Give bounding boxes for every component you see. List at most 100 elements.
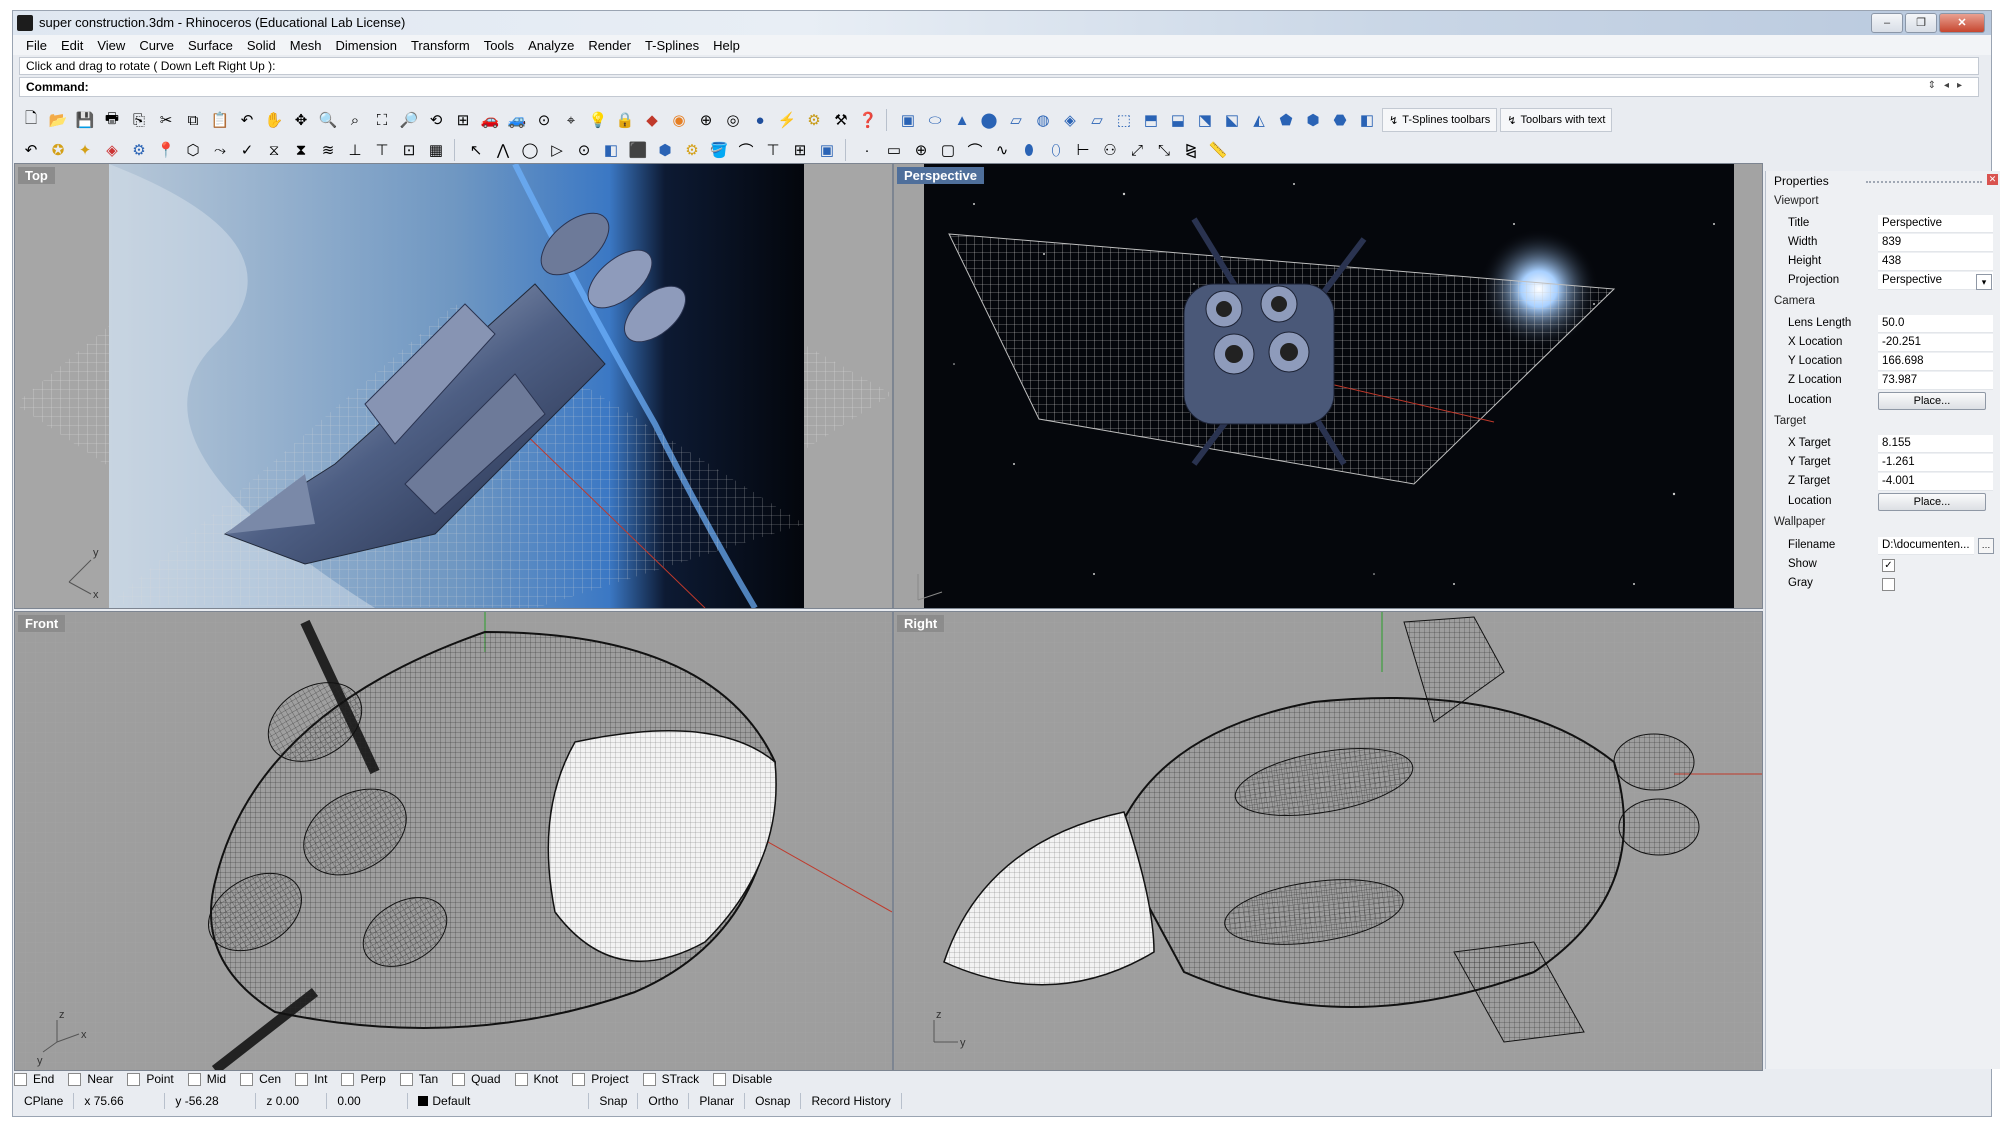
- viewport-perspective[interactable]: Perspective: [893, 163, 1763, 609]
- pan-icon[interactable]: ✋: [262, 109, 286, 131]
- tspline-vertex-icon[interactable]: ⬔: [1193, 109, 1217, 131]
- gumball-icon[interactable]: ✪: [46, 139, 70, 161]
- prop-title-field[interactable]: Perspective: [1878, 215, 1993, 233]
- tspline-box-icon[interactable]: ▣: [896, 109, 920, 131]
- menu-tools[interactable]: Tools: [477, 35, 521, 55]
- viewport-front[interactable]: Front z x y: [14, 611, 893, 1071]
- osnap-cen[interactable]: Cen: [240, 1072, 281, 1086]
- status-osnap[interactable]: Osnap: [745, 1093, 802, 1109]
- manipulator-icon[interactable]: ✦: [73, 139, 97, 161]
- viewport-right[interactable]: Right z y: [893, 611, 1763, 1071]
- bucket-icon[interactable]: 🪣: [707, 139, 731, 161]
- solid-box-icon[interactable]: ⬛: [626, 139, 650, 161]
- tspline-pipe-icon[interactable]: ⏥: [1085, 109, 1109, 131]
- osnap-tan[interactable]: Tan: [399, 1072, 438, 1086]
- ghosted-sphere-icon[interactable]: ◎: [721, 109, 745, 131]
- options-icon[interactable]: ⚒: [829, 109, 853, 131]
- prop-yloc-field[interactable]: 166.698: [1878, 353, 1993, 371]
- status-ortho[interactable]: Ortho: [638, 1093, 690, 1109]
- toolbars-with-text-button[interactable]: ↯ Toolbars with text: [1500, 108, 1613, 132]
- viewport-label-perspective[interactable]: Perspective: [897, 167, 984, 184]
- polyline-icon[interactable]: ⋀: [491, 139, 515, 161]
- curve-tool-icon[interactable]: ⌒: [734, 139, 758, 161]
- prop-ztarget-field[interactable]: -4.001: [1878, 473, 1993, 491]
- nodes-icon[interactable]: ⚇: [1098, 139, 1122, 161]
- move-icon[interactable]: ⤢: [1125, 139, 1149, 161]
- viewport-label-front[interactable]: Front: [18, 615, 66, 632]
- viewport-label-top[interactable]: Top: [18, 167, 55, 184]
- save-icon[interactable]: 💾: [73, 109, 97, 131]
- car-icon[interactable]: 🚗: [478, 109, 502, 131]
- undo-icon[interactable]: ↶: [235, 109, 259, 131]
- frame-icon[interactable]: ⊡: [397, 139, 421, 161]
- new-file-icon[interactable]: 🗋: [19, 109, 43, 131]
- zoom-window-icon[interactable]: ⌕: [343, 109, 367, 131]
- circle-center-icon[interactable]: ⊕: [909, 139, 933, 161]
- menu-tsplines[interactable]: T-Splines: [638, 35, 706, 55]
- menu-render[interactable]: Render: [581, 35, 638, 55]
- prop-xtarget-field[interactable]: 8.155: [1878, 435, 1993, 453]
- checkbox[interactable]: [713, 1072, 727, 1086]
- import-icon[interactable]: ⎘: [127, 109, 151, 131]
- status-cplane[interactable]: CPlane: [14, 1093, 75, 1109]
- wireframe-sphere-icon[interactable]: ⊕: [694, 109, 718, 131]
- circle-icon[interactable]: ◯: [518, 139, 542, 161]
- status-layer[interactable]: Default: [408, 1093, 590, 1109]
- menu-help[interactable]: Help: [706, 35, 747, 55]
- checkbox[interactable]: [187, 1072, 201, 1086]
- menu-surface[interactable]: Surface: [181, 35, 240, 55]
- status-snap[interactable]: Snap: [589, 1093, 639, 1109]
- zoom-icon[interactable]: 🔍: [316, 109, 340, 131]
- menu-view[interactable]: View: [90, 35, 132, 55]
- maximize-button[interactable]: ❐: [1905, 13, 1937, 33]
- command-scroll-arrows[interactable]: ⇕◂▸: [1928, 80, 1970, 91]
- osnap-mid[interactable]: Mid: [187, 1072, 226, 1086]
- select-edges-icon[interactable]: ⤳: [208, 139, 232, 161]
- freeform-curve-icon[interactable]: ∿: [990, 139, 1014, 161]
- menu-solid[interactable]: Solid: [240, 35, 283, 55]
- smooth-toggle-icon[interactable]: ≋: [316, 139, 340, 161]
- pointer-icon[interactable]: ↖: [464, 139, 488, 161]
- pin-icon[interactable]: 📍: [154, 139, 178, 161]
- checkbox[interactable]: [642, 1072, 656, 1086]
- ellipse-icon[interactable]: ⊙: [572, 139, 596, 161]
- undo-view-icon[interactable]: ⟲: [424, 109, 448, 131]
- show-checkbox[interactable]: ✓: [1882, 559, 1895, 572]
- point-icon[interactable]: ·: [855, 139, 879, 161]
- checkbox[interactable]: [240, 1072, 254, 1086]
- osnap-disable[interactable]: Disable: [713, 1072, 772, 1086]
- layer-icon[interactable]: ◆: [640, 109, 664, 131]
- cplane-icon[interactable]: ⊙: [532, 109, 556, 131]
- osnap-strack[interactable]: STrack: [642, 1072, 699, 1086]
- checkbox[interactable]: [127, 1072, 141, 1086]
- checkbox[interactable]: [341, 1072, 355, 1086]
- scale-icon[interactable]: ⤡: [1152, 139, 1176, 161]
- osnap-point[interactable]: Point: [127, 1072, 174, 1086]
- box-mode-icon[interactable]: ▦: [424, 139, 448, 161]
- prop-width-field[interactable]: 839: [1878, 234, 1993, 252]
- checkbox[interactable]: [572, 1072, 586, 1086]
- browse-file-button[interactable]: …: [1978, 538, 1994, 554]
- osnap-perp[interactable]: Perp: [341, 1072, 386, 1086]
- select-loop-icon[interactable]: ⧖: [262, 139, 286, 161]
- prop-xloc-field[interactable]: -20.251: [1878, 334, 1993, 352]
- triangle-icon[interactable]: ▷: [545, 139, 569, 161]
- minimize-button[interactable]: –: [1871, 13, 1903, 33]
- prop-ytarget-field[interactable]: -1.261: [1878, 454, 1993, 472]
- osnap-end[interactable]: End: [14, 1072, 54, 1086]
- target-place-button[interactable]: Place...: [1878, 493, 1986, 511]
- surface-icon[interactable]: ◧: [599, 139, 623, 161]
- prop-filename-field[interactable]: D:\documenten...: [1878, 537, 1974, 555]
- settings-gear-icon[interactable]: ⚙: [802, 109, 826, 131]
- copy-icon[interactable]: ⧉: [181, 109, 205, 131]
- rect-outline-icon[interactable]: ▢: [936, 139, 960, 161]
- insert-edge-icon[interactable]: ⊥: [343, 139, 367, 161]
- tspline-torus-icon[interactable]: ◍: [1031, 109, 1055, 131]
- panel-grip[interactable]: [1866, 181, 1982, 183]
- tspline-quadball-icon[interactable]: ◈: [1058, 109, 1082, 131]
- osnap-int[interactable]: Int: [295, 1072, 327, 1086]
- four-viewports-icon[interactable]: ⊞: [451, 109, 475, 131]
- dimension-icon[interactable]: ⊤: [761, 139, 785, 161]
- osnap-knot[interactable]: Knot: [514, 1072, 558, 1086]
- red-cube-icon[interactable]: ◈: [100, 139, 124, 161]
